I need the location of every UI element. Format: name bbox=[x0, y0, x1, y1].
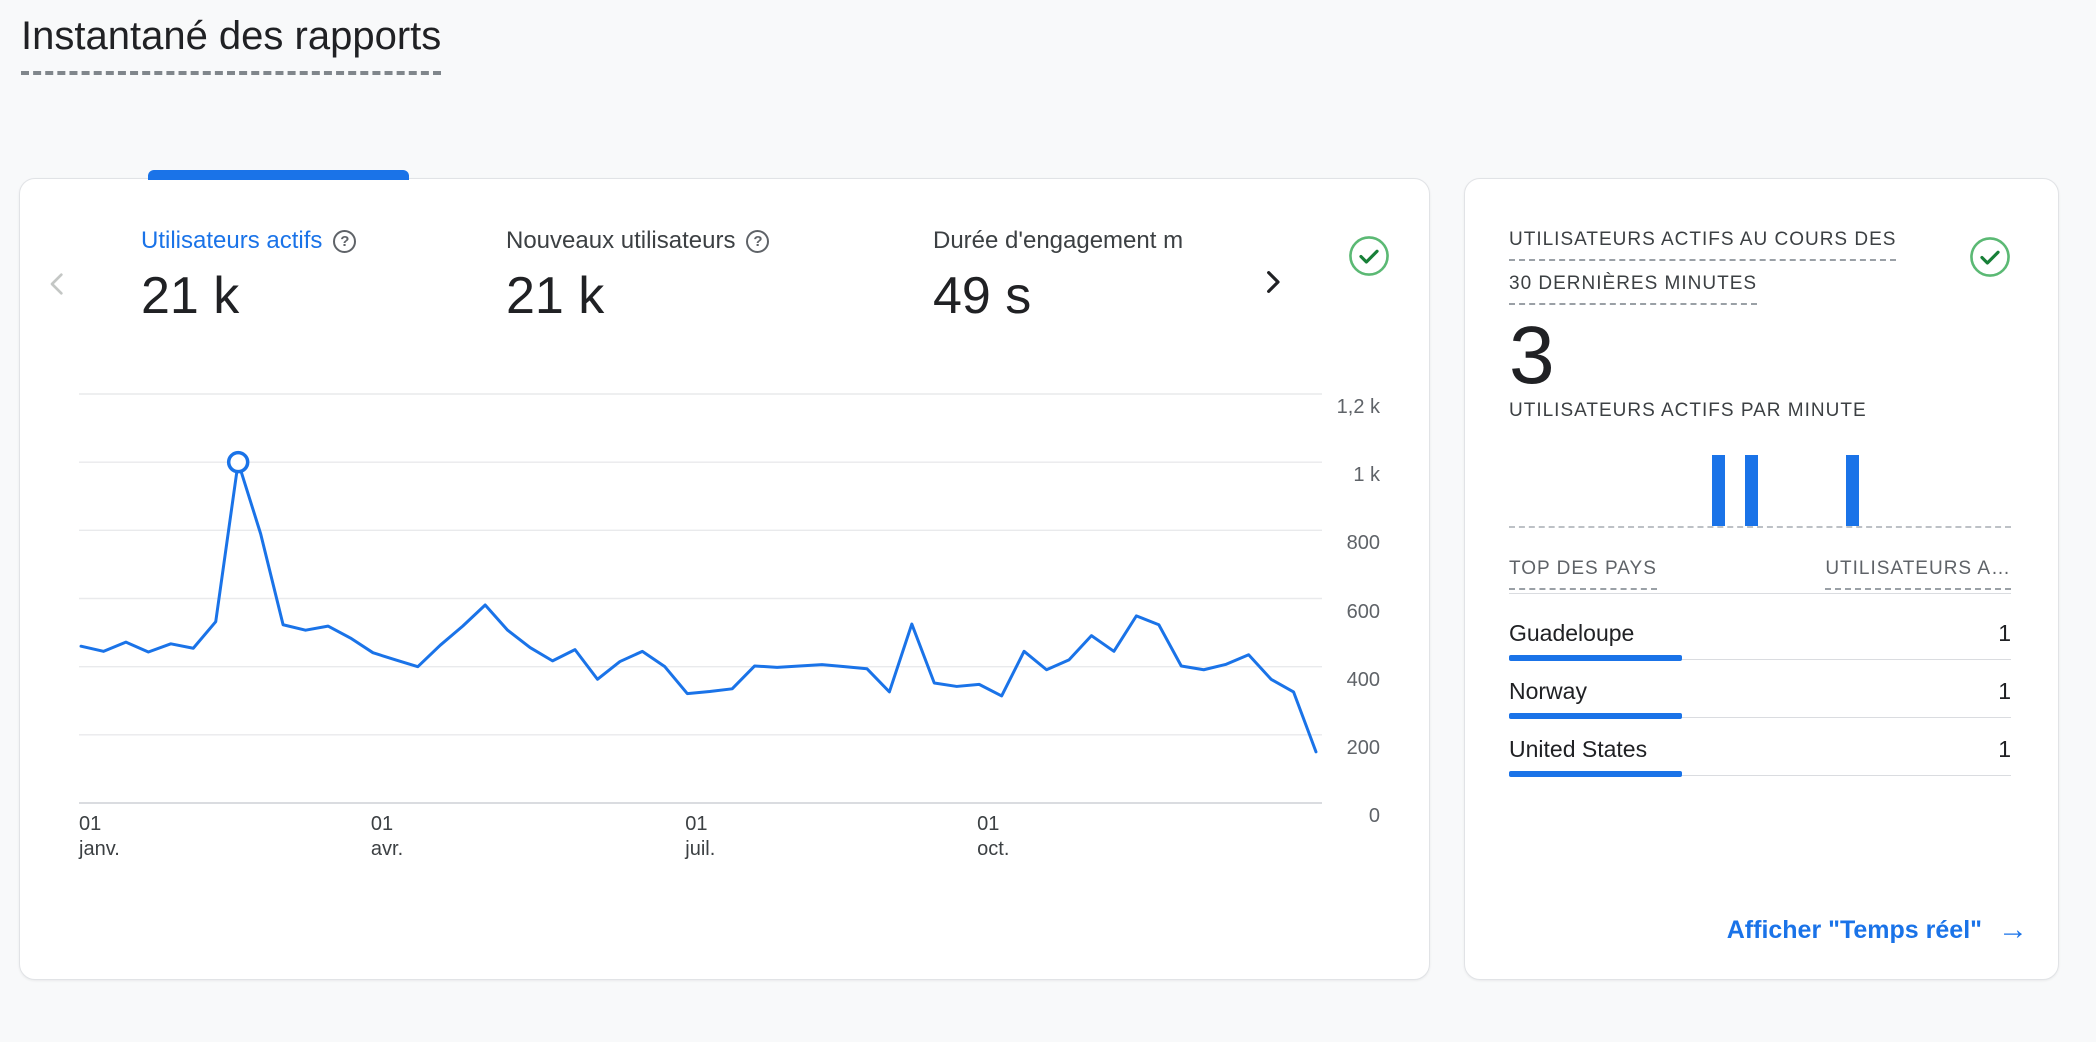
minute-slot bbox=[1676, 449, 1693, 526]
minute-slot bbox=[1526, 449, 1543, 526]
country-users-value: 1 bbox=[1998, 736, 2011, 763]
minute-slot bbox=[1793, 449, 1810, 526]
column-header-active-users: UTILISATEURS A… bbox=[1825, 558, 2011, 590]
minute-slot bbox=[1542, 449, 1559, 526]
country-users-value: 1 bbox=[1998, 678, 2011, 705]
minute-bar bbox=[1745, 455, 1758, 526]
x-tick-label: 01oct. bbox=[977, 812, 1009, 862]
table-row: Norway 1 bbox=[1509, 665, 2011, 723]
minute-slot bbox=[1827, 449, 1844, 526]
y-tick-label: 1 k bbox=[1250, 464, 1380, 486]
per-minute-label: UTILISATEURS ACTIFS PAR MINUTE bbox=[1509, 400, 1867, 422]
country-bar bbox=[1509, 713, 1682, 719]
help-icon[interactable]: ? bbox=[333, 230, 356, 253]
minute-slot bbox=[1576, 449, 1593, 526]
minute-slot bbox=[1927, 449, 1944, 526]
realtime-title-line2: 30 DERNIÈRES MINUTES bbox=[1509, 273, 1757, 305]
carousel-prev-button[interactable] bbox=[40, 267, 76, 303]
country-bar-track bbox=[1509, 655, 2011, 661]
minute-bar bbox=[1712, 455, 1725, 526]
minute-slot bbox=[1743, 449, 1760, 526]
minute-slot bbox=[1593, 449, 1610, 526]
minute-slot bbox=[1760, 449, 1777, 526]
country-bar-track bbox=[1509, 713, 2011, 719]
chevron-right-icon bbox=[1256, 266, 1288, 301]
help-icon[interactable]: ? bbox=[746, 230, 769, 253]
minute-slot bbox=[1810, 449, 1827, 526]
metric-value: 21 k bbox=[141, 265, 356, 327]
country-name: Norway bbox=[1509, 677, 1587, 705]
view-realtime-label: Afficher "Temps réel" bbox=[1727, 916, 1982, 945]
table-divider bbox=[1509, 593, 2011, 594]
minute-slot bbox=[1643, 449, 1660, 526]
metric-value: 49 s bbox=[933, 265, 1183, 327]
carousel-next-button[interactable] bbox=[1254, 265, 1290, 301]
y-tick-label: 0 bbox=[1250, 805, 1380, 827]
country-bar bbox=[1509, 771, 1682, 777]
y-tick-label: 600 bbox=[1250, 601, 1380, 623]
chevron-left-icon bbox=[42, 268, 74, 303]
metric-label[interactable]: Utilisateurs actifs bbox=[141, 227, 322, 255]
metrics-overview-card: Utilisateurs actifs ? 21 k Nouveaux util… bbox=[19, 178, 1430, 980]
minute-slot bbox=[1727, 449, 1744, 526]
y-tick-label: 400 bbox=[1250, 669, 1380, 691]
metric-label[interactable]: Durée d'engagement m bbox=[933, 227, 1183, 255]
minute-slot bbox=[1944, 449, 1961, 526]
y-tick-label: 200 bbox=[1250, 737, 1380, 759]
country-rows: Guadeloupe 1 Norway 1 United States 1 bbox=[1509, 607, 2011, 781]
country-name: United States bbox=[1509, 735, 1647, 763]
y-tick-label: 800 bbox=[1250, 532, 1380, 554]
realtime-table-header: TOP DES PAYS UTILISATEURS A… bbox=[1509, 558, 2011, 590]
metric-tab-engagement-time[interactable]: Durée d'engagement m 49 s bbox=[933, 227, 1183, 327]
country-users-value: 1 bbox=[1998, 620, 2011, 647]
y-tick-label: 1,2 k bbox=[1250, 396, 1380, 418]
minute-slot bbox=[1609, 449, 1626, 526]
metric-label[interactable]: Nouveaux utilisateurs bbox=[506, 227, 735, 255]
view-realtime-link[interactable]: Afficher "Temps réel" → bbox=[1727, 915, 2028, 945]
active-tab-indicator bbox=[148, 170, 409, 180]
arrow-right-icon: → bbox=[1998, 915, 2028, 945]
country-bar bbox=[1509, 655, 1682, 661]
page-title: Instantané des rapports bbox=[21, 14, 441, 75]
minute-slot bbox=[1911, 449, 1928, 526]
realtime-title-line1: UTILISATEURS ACTIFS AU COURS DES bbox=[1509, 229, 1896, 261]
metric-value: 21 k bbox=[506, 265, 769, 327]
minute-slot bbox=[1894, 449, 1911, 526]
minute-slot bbox=[1860, 449, 1877, 526]
minute-slot bbox=[1693, 449, 1710, 526]
minute-slot bbox=[1994, 449, 2011, 526]
x-tick-label: 01juil. bbox=[685, 812, 715, 862]
per-minute-bar-chart bbox=[1509, 449, 2011, 528]
minute-slot bbox=[1877, 449, 1894, 526]
minute-slot bbox=[1559, 449, 1576, 526]
metric-tab-active-users[interactable]: Utilisateurs actifs ? 21 k bbox=[141, 227, 356, 327]
minute-slot bbox=[1978, 449, 1995, 526]
data-quality-check-icon[interactable] bbox=[1969, 236, 2011, 278]
x-tick-label: 01avr. bbox=[371, 812, 403, 862]
table-row: United States 1 bbox=[1509, 723, 2011, 781]
country-bar-track bbox=[1509, 771, 2011, 777]
minute-slot bbox=[1509, 449, 1526, 526]
column-header-country: TOP DES PAYS bbox=[1509, 558, 1657, 590]
data-quality-check-icon[interactable] bbox=[1348, 235, 1390, 277]
active-users-line-chart[interactable] bbox=[79, 394, 1322, 803]
realtime-card: UTILISATEURS ACTIFS AU COURS DES 30 DERN… bbox=[1464, 178, 2059, 980]
minute-slot bbox=[1710, 449, 1727, 526]
realtime-title: UTILISATEURS ACTIFS AU COURS DES 30 DERN… bbox=[1509, 229, 1896, 317]
minute-slot bbox=[1660, 449, 1677, 526]
minute-slot bbox=[1777, 449, 1794, 526]
active-users-count: 3 bbox=[1509, 315, 1555, 397]
x-tick-label: 01janv. bbox=[79, 812, 120, 862]
active-users-series-line bbox=[81, 462, 1316, 752]
minute-slot bbox=[1626, 449, 1643, 526]
peak-data-point-marker[interactable] bbox=[229, 453, 248, 472]
table-row: Guadeloupe 1 bbox=[1509, 607, 2011, 665]
minute-slot bbox=[1961, 449, 1978, 526]
country-name: Guadeloupe bbox=[1509, 619, 1634, 647]
metric-tab-new-users[interactable]: Nouveaux utilisateurs ? 21 k bbox=[506, 227, 769, 327]
minute-bar bbox=[1846, 455, 1859, 526]
minute-slot bbox=[1844, 449, 1861, 526]
